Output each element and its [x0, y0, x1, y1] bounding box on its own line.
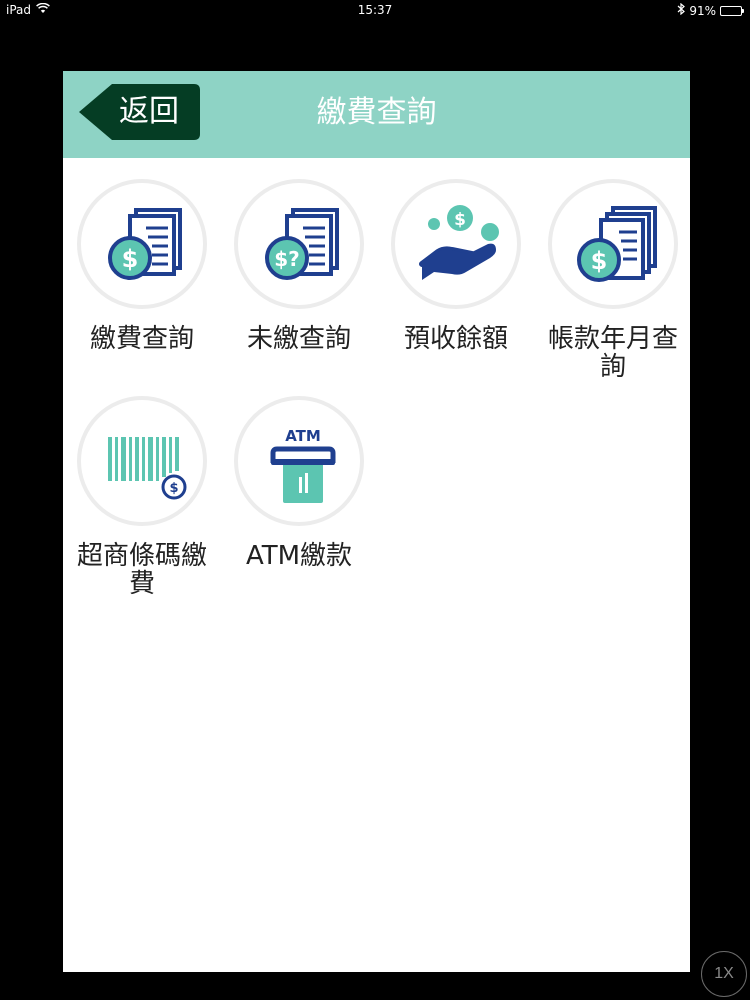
menu-item-label: 超商條碼繳費 — [76, 541, 207, 599]
svg-text:$: $ — [122, 245, 139, 273]
header-bar: 返回 繳費查詢 — [63, 71, 690, 158]
barcode-dollar-icon: $ — [108, 437, 187, 500]
menu-item-billing-period-inquiry[interactable]: $ 帳款年月查詢 — [538, 179, 688, 381]
menu-item-label: 繳費查詢 — [89, 324, 194, 354]
clock: 15:37 — [357, 3, 393, 17]
svg-text:$?: $? — [274, 247, 300, 271]
menu-item-unpaid-inquiry[interactable]: $? 未繳查詢 — [224, 179, 374, 353]
menu-icon-circle: ATM — [234, 396, 364, 526]
menu-item-payment-inquiry[interactable]: $ 繳費查詢 — [67, 179, 217, 353]
menu-icon-circle: $ — [77, 179, 207, 309]
menu-icon-circle: $ — [391, 179, 521, 309]
atm-icon-text: ATM — [285, 427, 321, 445]
atm-icon: ATM — [270, 427, 336, 503]
menu-item-store-barcode-payment[interactable]: $ 超商條碼繳費 — [67, 396, 217, 598]
menu-item-label: ATM繳款 — [245, 541, 353, 571]
hand-coins-icon: $ — [419, 205, 499, 280]
menu-icon-circle: $ — [77, 396, 207, 526]
menu-item-label: 預收餘額 — [403, 324, 508, 354]
bills-dollar-icon: $ — [577, 206, 657, 282]
menu-item-atm-payment[interactable]: ATM ATM繳款 — [224, 396, 374, 570]
svg-text:$: $ — [454, 210, 466, 230]
menu-item-label: 帳款年月查詢 — [547, 324, 678, 382]
menu-item-label: 未繳查詢 — [246, 324, 351, 354]
bill-dollar-icon: $ — [108, 208, 182, 280]
svg-text:$: $ — [591, 247, 608, 275]
battery-percent: 91% — [689, 3, 716, 18]
bluetooth-icon — [677, 2, 686, 18]
status-bar: iPad 15:37 91% — [0, 0, 750, 20]
menu-icon-circle: $ — [548, 179, 678, 309]
app-panel: 返回 繳費查詢 $ 繳費查詢 $? 未繳查詢 $ 預收餘額 $ 帳款年月查詢 $… — [63, 71, 690, 972]
page-title: 繳費查詢 — [316, 95, 437, 130]
zoom-toggle-button[interactable]: 1X — [701, 951, 747, 997]
bill-question-icon: $? — [265, 208, 339, 280]
menu-icon-circle: $? — [234, 179, 364, 309]
menu-item-prepaid-balance[interactable]: $ 預收餘額 — [381, 179, 531, 353]
svg-text:$: $ — [169, 481, 178, 496]
battery-icon — [720, 5, 744, 16]
